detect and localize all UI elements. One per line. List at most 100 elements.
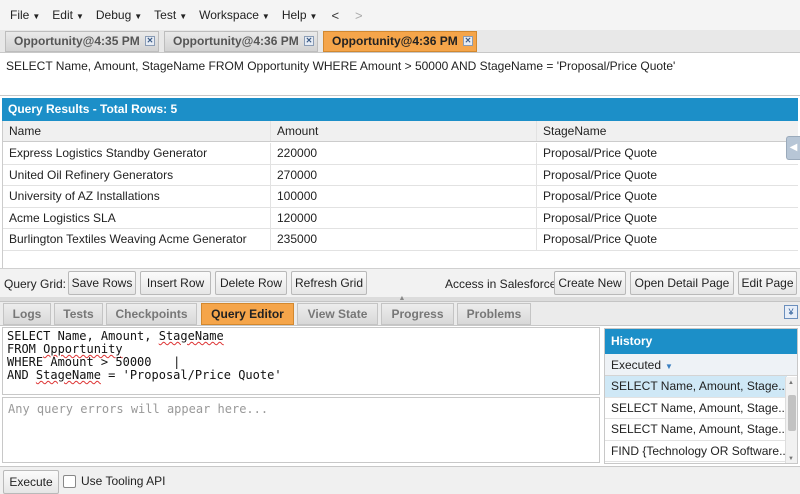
- caret-down-icon: ▼: [261, 12, 270, 21]
- bottom-tab-strip: Logs Tests Checkpoints Query Editor View…: [0, 302, 800, 326]
- menu-edit[interactable]: Edit ▼: [46, 0, 90, 30]
- side-panel-toggle-icon[interactable]: ◀: [786, 136, 800, 160]
- column-header-amount[interactable]: Amount: [271, 121, 537, 141]
- table-row[interactable]: Acme Logistics SLA 120000 Proposal/Price…: [3, 207, 798, 230]
- open-detail-page-button[interactable]: Open Detail Page: [630, 271, 734, 295]
- column-header-name[interactable]: Name: [3, 121, 271, 141]
- query-editor[interactable]: SELECT Name, Amount, StageName FROM Oppo…: [2, 327, 600, 395]
- editor-line-4: AND StageName = 'Proposal/Price Quote': [7, 369, 595, 382]
- query-tab-label: Opportunity@4:35 PM: [14, 34, 140, 48]
- editor-line-2-text: FROM Opportunity: [7, 342, 123, 356]
- column-header-stagename[interactable]: StageName: [537, 121, 798, 141]
- close-icon[interactable]: ✕: [463, 36, 473, 46]
- query-grid-label: Query Grid:: [4, 277, 67, 291]
- tab-logs[interactable]: Logs: [3, 303, 51, 325]
- menu-debug-label: Debug: [95, 8, 132, 22]
- scrollbar-thumb[interactable]: [788, 395, 796, 431]
- cell-amount[interactable]: 220000: [271, 143, 537, 164]
- caret-down-icon: ▼: [309, 12, 318, 21]
- editor-footer: Execute Use Tooling API: [0, 466, 800, 494]
- menu-bar: File ▼ Edit ▼ Debug ▼ Test ▼ Workspace ▼ Help…: [0, 0, 800, 30]
- insert-row-button[interactable]: Insert Row: [140, 271, 211, 295]
- cell-amount[interactable]: 100000: [271, 186, 537, 207]
- cell-name[interactable]: Acme Logistics SLA: [3, 207, 271, 229]
- history-executed-column[interactable]: Executed ▼: [605, 354, 797, 376]
- refresh-grid-button[interactable]: Refresh Grid: [291, 271, 367, 295]
- cell-stagename[interactable]: Proposal/Price Quote: [537, 229, 798, 250]
- back-arrow-icon[interactable]: <: [323, 8, 347, 23]
- caret-down-icon: ▼: [134, 12, 143, 21]
- salesforce-access-label: Access in Salesforce:: [445, 277, 560, 291]
- caret-down-icon: ▼: [75, 12, 84, 21]
- menu-help-label: Help: [281, 8, 307, 22]
- tab-progress[interactable]: Progress: [381, 303, 454, 325]
- editor-line-3-text: WHERE Amount > 50000 |: [7, 355, 181, 369]
- caret-down-icon: ▼: [179, 12, 188, 21]
- caret-down-icon: ▼: [32, 12, 41, 21]
- history-column-label: Executed: [611, 358, 662, 372]
- table-row[interactable]: University of AZ Installations 100000 Pr…: [3, 186, 798, 208]
- menu-edit-label: Edit: [52, 8, 73, 22]
- tab-tests[interactable]: Tests: [54, 303, 103, 325]
- menu-test[interactable]: Test ▼: [148, 0, 193, 30]
- execute-button[interactable]: Execute: [3, 470, 59, 494]
- menu-workspace[interactable]: Workspace ▼: [193, 0, 276, 30]
- history-panel: History Executed ▼ SELECT Name, Amount, S…: [604, 328, 798, 464]
- table-row[interactable]: United Oil Refinery Generators 270000 Pr…: [3, 164, 798, 187]
- forward-arrow-icon[interactable]: >: [347, 8, 371, 23]
- menu-test-label: Test: [154, 8, 177, 22]
- query-tab-strip: Opportunity@4:35 PM ✕ Opportunity@4:36 P…: [0, 30, 800, 53]
- cell-stagename[interactable]: Proposal/Price Quote: [537, 208, 798, 229]
- cell-amount[interactable]: 235000: [271, 229, 537, 250]
- cell-amount[interactable]: 120000: [271, 207, 537, 229]
- edit-page-button[interactable]: Edit Page: [738, 271, 797, 295]
- query-grid-toolbar: Query Grid: Save Rows Insert Row Delete …: [0, 268, 800, 297]
- tab-checkpoints[interactable]: Checkpoints: [106, 303, 197, 325]
- editor-line-4-text: AND StageName = 'Proposal/Price Quote': [7, 368, 282, 382]
- splitter-grip-icon[interactable]: ▲: [396, 295, 408, 302]
- sort-down-icon: ▼: [665, 362, 673, 371]
- editor-line-1-text: SELECT Name, Amount, StageName: [7, 329, 224, 343]
- scroll-down-icon[interactable]: ▼: [788, 456, 794, 462]
- history-item[interactable]: SELECT Name, Amount, Stage...: [605, 419, 787, 441]
- query-tab-2[interactable]: Opportunity@4:36 PM ✕: [164, 31, 318, 52]
- tab-view-state[interactable]: View State: [297, 303, 378, 325]
- soql-statement: SELECT Name, Amount, StageName FROM Oppo…: [0, 54, 800, 96]
- menu-workspace-label: Workspace: [199, 8, 259, 22]
- cell-name[interactable]: Express Logistics Standby Generator: [3, 143, 271, 164]
- use-tooling-api-checkbox[interactable]: [63, 475, 76, 488]
- menu-debug[interactable]: Debug ▼: [90, 0, 148, 30]
- query-tab-1[interactable]: Opportunity@4:35 PM ✕: [5, 31, 159, 52]
- menu-file[interactable]: File ▼: [4, 0, 46, 30]
- create-new-button[interactable]: Create New: [554, 271, 626, 295]
- close-icon[interactable]: ✕: [304, 36, 314, 46]
- history-item[interactable]: SELECT Name, Amount, Stage...: [605, 398, 787, 419]
- query-errors-area[interactable]: Any query errors will appear here...: [2, 397, 600, 463]
- cell-stagename[interactable]: Proposal/Price Quote: [537, 143, 798, 164]
- table-row[interactable]: Burlington Textiles Weaving Acme Generat…: [3, 229, 798, 251]
- history-item[interactable]: SELECT Name, Amount, Stage...: [605, 376, 787, 398]
- history-item[interactable]: FIND {Technology OR Software...: [605, 441, 787, 462]
- results-grid: Name Amount StageName Express Logistics …: [2, 121, 798, 268]
- cell-name[interactable]: Burlington Textiles Weaving Acme Generat…: [3, 229, 271, 250]
- cell-stagename[interactable]: Proposal/Price Quote: [537, 186, 798, 207]
- query-tab-3[interactable]: Opportunity@4:36 PM ✕: [323, 31, 477, 52]
- close-icon[interactable]: ✕: [145, 36, 155, 46]
- scroll-up-icon[interactable]: ▲: [788, 380, 794, 386]
- save-rows-button[interactable]: Save Rows: [68, 271, 136, 295]
- history-scrollbar[interactable]: ▲ ▼: [785, 377, 797, 463]
- grid-header-row: Name Amount StageName: [3, 121, 798, 142]
- table-row[interactable]: Express Logistics Standby Generator 2200…: [3, 143, 798, 165]
- menu-file-label: File: [10, 8, 30, 22]
- cell-stagename[interactable]: Proposal/Price Quote: [537, 165, 798, 186]
- use-tooling-api-label: Use Tooling API: [81, 474, 166, 488]
- collapse-panel-icon[interactable]: ¥: [784, 305, 798, 319]
- tab-problems[interactable]: Problems: [457, 303, 531, 325]
- results-title: Query Results - Total Rows: 5: [2, 98, 798, 121]
- cell-amount[interactable]: 270000: [271, 164, 537, 186]
- cell-name[interactable]: United Oil Refinery Generators: [3, 164, 271, 186]
- delete-row-button[interactable]: Delete Row: [215, 271, 287, 295]
- tab-query-editor[interactable]: Query Editor: [201, 303, 294, 325]
- menu-help[interactable]: Help ▼: [276, 0, 324, 30]
- cell-name[interactable]: University of AZ Installations: [3, 186, 271, 207]
